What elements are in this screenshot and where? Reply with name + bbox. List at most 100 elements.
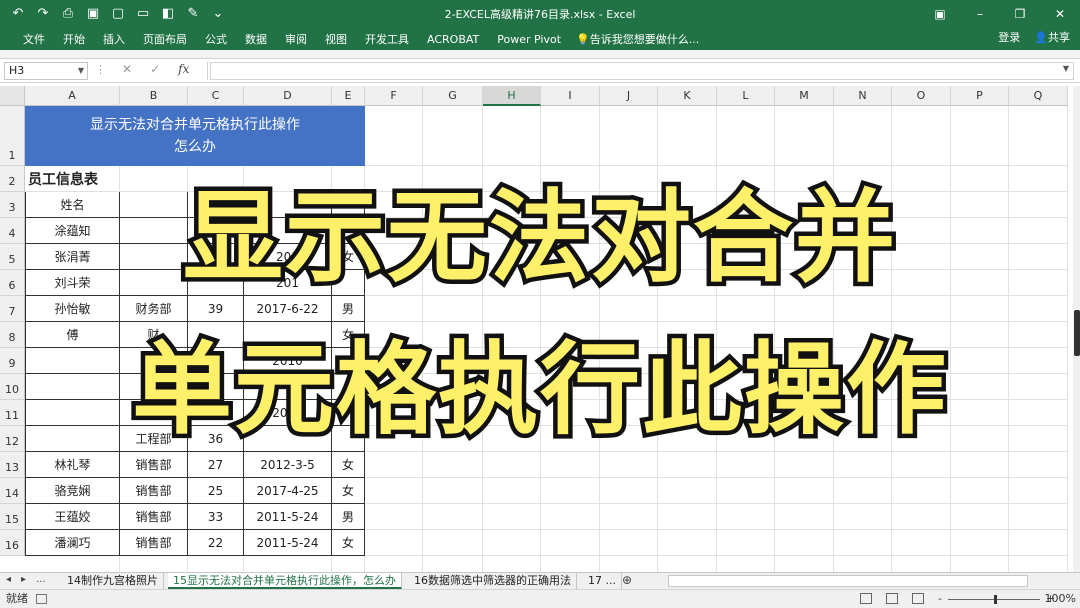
grid-cell[interactable] xyxy=(717,530,775,556)
row-header-7[interactable]: 7 xyxy=(0,296,25,322)
grid-cell[interactable] xyxy=(332,556,365,572)
column-header-p[interactable]: P xyxy=(951,86,1009,106)
grid-cell[interactable] xyxy=(365,530,423,556)
grid-cell[interactable] xyxy=(717,452,775,478)
open-folder-icon[interactable]: ▭ xyxy=(135,6,151,22)
zoom-slider-thumb[interactable] xyxy=(993,594,997,604)
table-cell-e[interactable]: 男 xyxy=(332,504,365,530)
select-all-corner[interactable] xyxy=(0,86,25,106)
column-header-k[interactable]: K xyxy=(658,86,717,106)
grid-cell[interactable] xyxy=(600,478,658,504)
new-file-icon[interactable]: ▢ xyxy=(110,6,126,22)
grid-cell[interactable] xyxy=(834,556,892,572)
ribbon-display-icon[interactable]: ▣ xyxy=(920,0,960,28)
grid-cell[interactable] xyxy=(1009,452,1068,478)
share-button[interactable]: 👤共享 xyxy=(1034,30,1070,46)
column-header-e[interactable]: E xyxy=(332,86,365,106)
tell-me-box[interactable]: 💡告诉我您想要做什么... xyxy=(570,30,708,48)
zoom-level[interactable]: 100% xyxy=(1045,590,1076,608)
grid-cell[interactable] xyxy=(244,556,332,572)
table-cell-d[interactable]: 2011-5-24 xyxy=(244,530,332,556)
table-cell-c[interactable]: 27 xyxy=(188,452,244,478)
table-cell-c[interactable]: 25 xyxy=(188,478,244,504)
column-header-d[interactable]: D xyxy=(244,86,332,106)
table-cell-c[interactable]: 22 xyxy=(188,530,244,556)
grid-cell[interactable] xyxy=(1009,556,1068,572)
sheet-more-icon[interactable]: ... xyxy=(36,574,46,585)
table-cell-c[interactable]: 33 xyxy=(188,504,244,530)
grid-cell[interactable] xyxy=(834,478,892,504)
page-break-view-icon[interactable] xyxy=(912,593,924,604)
grid-cell[interactable] xyxy=(892,556,951,572)
horizontal-scrollbar[interactable] xyxy=(668,575,1028,587)
grid-cell[interactable] xyxy=(892,478,951,504)
grid-cell[interactable] xyxy=(717,504,775,530)
tab-review[interactable]: 审阅 xyxy=(276,30,316,48)
table-cell-a[interactable]: 潘澜巧 xyxy=(25,530,120,556)
enter-icon[interactable]: ✓ xyxy=(150,62,160,80)
grid-cell[interactable] xyxy=(541,296,600,322)
grid-cell[interactable] xyxy=(717,556,775,572)
table-cell-b[interactable]: 财务部 xyxy=(120,296,188,322)
column-header-f[interactable]: F xyxy=(365,86,423,106)
grid-cell[interactable] xyxy=(1009,296,1068,322)
grid-cell[interactable] xyxy=(483,106,541,166)
grid-cell[interactable] xyxy=(25,556,120,572)
merged-title-cell[interactable]: 显示无法对合并单元格执行此操作 怎么办 xyxy=(25,106,365,166)
row-header-14[interactable]: 14 xyxy=(0,478,25,504)
table-cell-b[interactable]: 销售部 xyxy=(120,452,188,478)
expand-formula-icon[interactable]: ▼ xyxy=(1063,64,1069,73)
grid-cell[interactable] xyxy=(658,556,717,572)
grid-cell[interactable] xyxy=(483,296,541,322)
name-box[interactable]: H3 ▼ xyxy=(4,62,88,80)
macro-record-icon[interactable] xyxy=(36,594,47,604)
table-cell-e[interactable]: 女 xyxy=(332,478,365,504)
tab-developer[interactable]: 开发工具 xyxy=(356,30,418,48)
grid-cell[interactable] xyxy=(365,106,423,166)
sheet-tab[interactable]: 16数据筛选中筛选器的正确用法 xyxy=(409,573,577,589)
grid-cell[interactable] xyxy=(423,296,483,322)
grid-cell[interactable] xyxy=(365,296,423,322)
grid-cell[interactable] xyxy=(541,106,600,166)
grid-cell[interactable] xyxy=(892,452,951,478)
grid-cell[interactable] xyxy=(365,504,423,530)
tab-power-pivot[interactable]: Power Pivot xyxy=(488,30,570,48)
zoom-out-button[interactable]: - xyxy=(938,590,942,608)
grid-cell[interactable] xyxy=(600,452,658,478)
tab-home[interactable]: 开始 xyxy=(54,30,94,48)
grid-cell[interactable] xyxy=(483,452,541,478)
grid-cell[interactable] xyxy=(423,106,483,166)
grid-cell[interactable] xyxy=(1009,504,1068,530)
grid-cell[interactable] xyxy=(892,296,951,322)
cancel-icon[interactable]: ✕ xyxy=(122,62,132,80)
grid-cell[interactable] xyxy=(775,530,834,556)
grid-cell[interactable] xyxy=(600,106,658,166)
grid-cell[interactable] xyxy=(951,504,1009,530)
save-icon[interactable]: ▣ xyxy=(85,6,101,22)
minimize-icon[interactable]: – xyxy=(960,0,1000,28)
undo-icon[interactable]: ↶ xyxy=(10,6,26,22)
grid-cell[interactable] xyxy=(834,296,892,322)
column-header-h[interactable]: H xyxy=(483,86,541,106)
grid-cell[interactable] xyxy=(365,478,423,504)
sheet-tab-active[interactable]: 15显示无法对合并单元格执行此操作，怎么办 xyxy=(168,573,402,589)
normal-view-icon[interactable] xyxy=(860,593,872,604)
sheet-prev-icon[interactable]: ◂ xyxy=(6,574,11,585)
grid-cell[interactable] xyxy=(775,106,834,166)
grid-cell[interactable] xyxy=(658,530,717,556)
grid-cell[interactable] xyxy=(717,106,775,166)
table-cell-d[interactable]: 2017-6-22 xyxy=(244,296,332,322)
grid-cell[interactable] xyxy=(834,106,892,166)
grid-cell[interactable] xyxy=(483,530,541,556)
row-header-15[interactable]: 15 xyxy=(0,504,25,530)
formula-bar-divider[interactable]: ⋮ xyxy=(95,63,106,76)
formula-input[interactable]: ▼ xyxy=(210,62,1074,80)
column-header-l[interactable]: L xyxy=(717,86,775,106)
format-painter-icon[interactable]: ✎ xyxy=(185,6,201,22)
grid-cell[interactable] xyxy=(892,504,951,530)
grid-cell[interactable] xyxy=(951,452,1009,478)
grid-cell[interactable] xyxy=(541,556,600,572)
tab-page-layout[interactable]: 页面布局 xyxy=(134,30,196,48)
grid-cell[interactable] xyxy=(541,530,600,556)
grid-cell[interactable] xyxy=(600,504,658,530)
